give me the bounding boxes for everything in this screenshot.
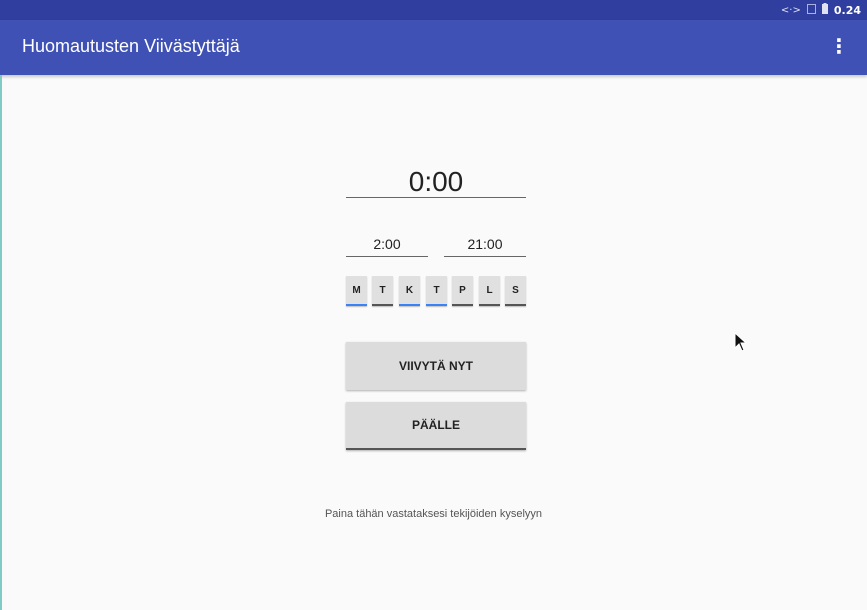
code-arrows-icon: <·> bbox=[780, 4, 801, 16]
status-bar: <·> 0.24 bbox=[0, 0, 867, 20]
day-toggle-sunday[interactable]: S bbox=[505, 276, 526, 306]
no-sim-icon bbox=[806, 3, 816, 17]
snooze-now-button[interactable]: VIIVYTÄ NYT bbox=[346, 342, 526, 390]
app-bar: Huomautusten Viivästyttäjä ⋮ bbox=[0, 20, 867, 75]
more-vert-icon[interactable]: ⋮ bbox=[829, 34, 849, 58]
delay-duration-field[interactable]: 0:00 bbox=[346, 163, 526, 198]
battery-icon bbox=[821, 3, 828, 17]
survey-link[interactable]: Paina tähän vastataksesi tekijöiden kyse… bbox=[0, 508, 867, 520]
day-toggle-thursday[interactable]: T bbox=[426, 276, 447, 306]
day-toggle-monday[interactable]: M bbox=[346, 276, 367, 306]
window-edge bbox=[0, 75, 2, 610]
enable-toggle-button[interactable]: PÄÄLLE bbox=[346, 402, 526, 450]
day-toggle-tuesday[interactable]: T bbox=[372, 276, 393, 306]
status-time: 0.24 bbox=[833, 3, 861, 17]
app-title: Huomautusten Viivästyttäjä bbox=[22, 36, 240, 56]
day-toggle-friday[interactable]: P bbox=[452, 276, 473, 306]
status-icons: <·> 0.24 bbox=[781, 3, 861, 17]
end-time-field[interactable]: 21:00 bbox=[444, 232, 526, 257]
day-toggle-wednesday[interactable]: K bbox=[399, 276, 420, 306]
day-toggle-saturday[interactable]: L bbox=[479, 276, 500, 306]
start-time-field[interactable]: 2:00 bbox=[346, 232, 428, 257]
